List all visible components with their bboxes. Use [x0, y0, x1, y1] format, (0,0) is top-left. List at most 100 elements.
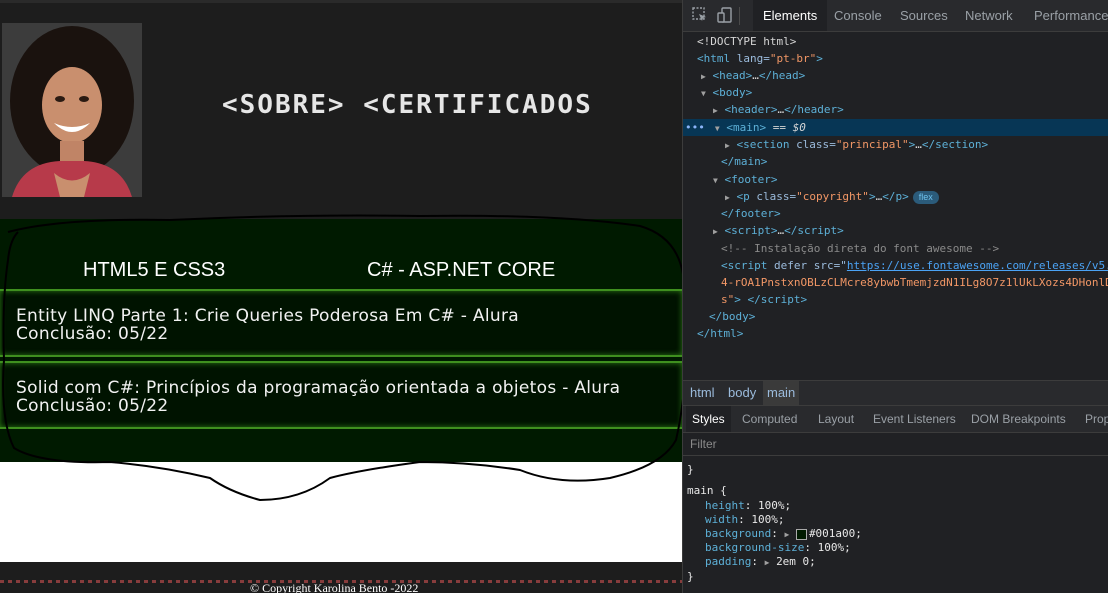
expand-arrow-icon[interactable]: ▶ — [765, 558, 770, 567]
tab-csharp-aspnet[interactable]: C# - ASP.NET CORE — [367, 259, 555, 282]
tab-html5-css3[interactable]: HTML5 E CSS3 — [83, 259, 225, 282]
dom-node-header[interactable]: ▶ <header>…</header> — [713, 101, 1108, 118]
tab-network[interactable]: Network — [965, 0, 1013, 31]
dom-node-html[interactable]: <html lang="pt-br"> — [697, 50, 1108, 67]
collapsed-arrow-icon[interactable]: ▶ — [713, 227, 718, 236]
styles-rules: } main { height: 100%; width: 100%; back… — [683, 457, 1108, 593]
dom-node-main-selected[interactable]: ••• ▼ <main> == $0 — [683, 119, 1108, 136]
dom-node-script-cont: 4-rOA1PnstxnOBLzCLMcre8ybwbTmemjzdN1ILg8… — [721, 274, 1108, 291]
script-integrity-value: 4-rOA1PnstxnOBLzCLMcre8ybwbTmemjzdN1ILg8… — [721, 276, 1108, 289]
device-toolbar-icon[interactable] — [716, 6, 734, 24]
tab-event-listeners[interactable]: Event Listeners — [873, 406, 956, 432]
certificate-title: Entity LINQ Parte 1: Crie Queries Podero… — [16, 306, 519, 326]
color-swatch[interactable] — [795, 528, 807, 540]
expanded-arrow-icon[interactable]: ▼ — [701, 89, 706, 98]
selected-marker: == $0 — [766, 121, 806, 134]
tab-sources[interactable]: Sources — [900, 0, 948, 31]
tab-console[interactable]: Console — [834, 0, 882, 31]
css-declaration[interactable]: background-size: 100%; — [705, 541, 851, 555]
css-value: 100%; — [758, 499, 792, 512]
certificate-card: Solid com C#: Princípios da programação … — [0, 361, 682, 429]
script-src-attr: src — [813, 259, 834, 272]
css-value: 2em 0; — [776, 555, 816, 568]
script-attr-end: s" — [721, 293, 735, 306]
profile-photo — [2, 23, 142, 197]
nav-menu[interactable]: <SOBRE> <CERTIFICADOS — [222, 90, 593, 120]
css-value: #001a00; — [808, 527, 862, 540]
breadcrumb-html[interactable]: html — [686, 381, 719, 405]
dom-node-doctype[interactable]: <!DOCTYPE html> — [697, 33, 1108, 50]
collapsed-arrow-icon[interactable]: ▶ — [713, 106, 718, 115]
css-declaration[interactable]: padding: ▶ 2em 0; — [705, 555, 816, 569]
css-declaration[interactable]: background: ▶ #001a00; — [705, 527, 862, 541]
body-tag: body — [719, 86, 746, 99]
tab-properties[interactable]: Prop — [1085, 406, 1108, 432]
expand-arrow-icon[interactable]: ▶ — [784, 530, 789, 539]
expanded-arrow-icon[interactable]: ▼ — [715, 124, 720, 133]
main-close-tag: /main — [727, 155, 761, 168]
dom-node-p[interactable]: ▶ <p class="copyright">…</p> flex — [725, 188, 1108, 205]
styles-filter-input[interactable]: Filter — [683, 432, 1108, 456]
doctype-text: <!DOCTYPE html> — [697, 35, 797, 48]
dom-node-script[interactable]: ▶ <script>…</script> — [713, 222, 1108, 239]
section-close-tag: section — [935, 138, 982, 151]
dom-node-footer-close[interactable]: </footer> — [721, 205, 1108, 222]
certificate-date: Conclusão: 05/22 — [16, 324, 169, 344]
tab-computed[interactable]: Computed — [742, 406, 797, 432]
collapsed-arrow-icon[interactable]: ▶ — [725, 141, 730, 150]
script-tag: script — [731, 224, 771, 237]
breadcrumb-body[interactable]: body — [724, 381, 760, 405]
head-close-tag: head — [772, 69, 799, 82]
css-property: background-size — [705, 541, 805, 554]
top-strip — [0, 0, 682, 3]
devtools-tabbar: Elements Console Sources Network Perform… — [683, 0, 1108, 32]
tab-layout[interactable]: Layout — [818, 406, 854, 432]
css-declaration[interactable]: width: 100%; — [705, 513, 785, 527]
tab-styles[interactable]: Styles — [686, 406, 731, 432]
p-attr-value: "copyright" — [796, 190, 869, 203]
footer-tag: footer — [731, 173, 771, 186]
toolbar-separator — [739, 7, 740, 25]
p-tag: p — [743, 190, 750, 203]
dom-node-head[interactable]: ▶ <head>…</head> — [701, 67, 1108, 84]
css-property: width — [705, 513, 739, 526]
css-declaration[interactable]: height: 100%; — [705, 499, 791, 513]
certificate-title: Solid com C#: Princípios da programação … — [16, 378, 621, 398]
styles-pane-tabbar: Styles Computed Layout Event Listeners D… — [683, 405, 1108, 433]
script-close-tag: script — [797, 224, 838, 237]
collapsed-arrow-icon[interactable]: ▶ — [725, 193, 730, 202]
script-src-link[interactable]: https://use.fontawesome.com/releases/v5. — [847, 259, 1108, 272]
tab-dom-breakpoints[interactable]: DOM Breakpoints — [971, 406, 1066, 432]
certificate-date: Conclusão: 05/22 — [16, 396, 169, 416]
footer: © Copyright Karolina Bento -2022 — [0, 562, 682, 593]
html-tag: html — [703, 52, 731, 65]
tab-performance[interactable]: Performance — [1034, 0, 1108, 31]
rule-selector[interactable]: main { — [687, 484, 727, 498]
section-attr: class — [796, 138, 830, 151]
blank-area — [0, 462, 682, 562]
expanded-arrow-icon[interactable]: ▼ — [713, 176, 718, 185]
dom-node-body-close[interactable]: </body> — [709, 308, 1108, 325]
breadcrumb-main[interactable]: main — [763, 381, 800, 405]
breadcrumb: html body main — [683, 380, 1108, 405]
dom-node-body[interactable]: ▼ <body> — [701, 84, 1108, 101]
dom-node-script-fontawesome[interactable]: <script defer src="https://use.fontaweso… — [721, 257, 1108, 274]
dom-node-main-close[interactable]: </main> — [721, 153, 1108, 170]
body-close-tag: /body — [715, 310, 749, 323]
script-close-tag: /script — [754, 293, 801, 306]
p-attr: class — [756, 190, 790, 203]
css-property: background — [705, 527, 772, 540]
dom-node-comment[interactable]: <!-- Instalação direta do font awesome -… — [721, 240, 1108, 257]
dom-node-section[interactable]: ▶ <section class="principal">…</section> — [725, 136, 1108, 153]
script-tag: script — [727, 259, 768, 272]
dom-node-footer[interactable]: ▼ <footer> — [713, 171, 1108, 188]
section-attr-value: "principal" — [835, 138, 909, 151]
more-options-icon[interactable]: ••• — [685, 121, 705, 134]
footer-close-tag: /footer — [727, 207, 774, 220]
inspect-element-icon[interactable] — [691, 6, 709, 24]
collapsed-arrow-icon[interactable]: ▶ — [701, 72, 706, 81]
tab-elements[interactable]: Elements — [753, 0, 828, 31]
flex-badge[interactable]: flex — [912, 191, 939, 204]
dom-node-html-close[interactable]: </html> — [697, 325, 1108, 342]
css-value: 100%; — [817, 541, 851, 554]
